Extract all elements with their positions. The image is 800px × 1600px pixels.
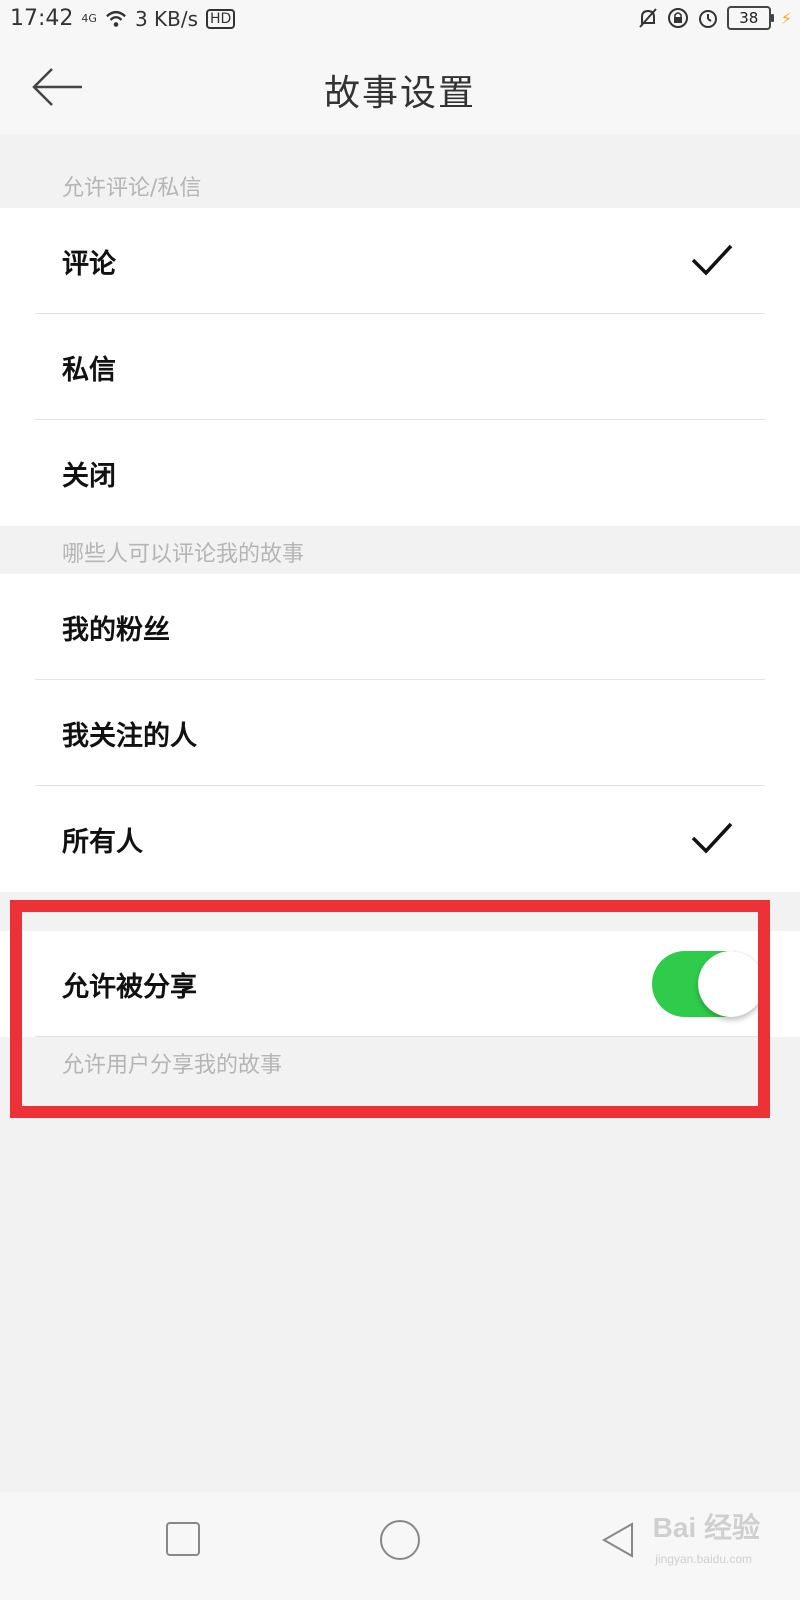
checkmark-icon: [691, 244, 733, 276]
section-header-comments: 允许评论/私信: [0, 134, 800, 208]
audience-options-list: 我的粉丝 我关注的人 所有人: [0, 574, 800, 892]
watermark-logo: Bai 经验: [652, 1512, 760, 1543]
share-setting-row: 允许被分享: [0, 931, 800, 1037]
recent-apps-icon[interactable]: [166, 1522, 200, 1556]
status-time: 17:42: [10, 6, 74, 31]
section-header-comments-label: 允许评论/私信: [62, 176, 202, 201]
battery-level: 38: [739, 9, 759, 27]
lock-rotation-icon: [667, 7, 689, 29]
share-hint: 允许用户分享我的故事: [0, 1037, 800, 1097]
home-icon[interactable]: [380, 1520, 420, 1560]
option-label: 评论: [62, 248, 116, 280]
wifi-icon: [105, 8, 127, 30]
checkmark-icon: [691, 822, 733, 854]
option-label: 我关注的人: [62, 720, 197, 752]
status-bar: 17:42 4G 3 KB/s HD 38 ⚡: [0, 0, 800, 40]
option-label: 关闭: [62, 460, 116, 492]
option-label: 我的粉丝: [62, 614, 170, 646]
comments-options-list: 评论 私信 关闭: [0, 208, 800, 526]
share-toggle[interactable]: [652, 951, 764, 1017]
option-row-my-fans[interactable]: 我的粉丝: [0, 574, 800, 680]
watermark-url: jingyan.baidu.com: [655, 1552, 752, 1566]
toggle-knob: [698, 951, 764, 1017]
charging-icon: ⚡: [780, 8, 792, 28]
option-row-private-message[interactable]: 私信: [0, 314, 800, 420]
status-right: 38 ⚡: [637, 6, 792, 30]
nav-bar: 故事设置: [0, 40, 800, 134]
signal-label: 4G: [81, 12, 97, 25]
option-label: 私信: [62, 354, 116, 386]
status-left: 17:42 4G 3 KB/s HD: [10, 6, 236, 31]
bell-off-icon: [637, 7, 659, 29]
back-icon[interactable]: [600, 1520, 636, 1560]
network-speed: 3 KB/s: [134, 6, 199, 31]
page-title: 故事设置: [323, 73, 476, 114]
option-row-following[interactable]: 我关注的人: [0, 680, 800, 786]
system-nav-bar: Bai 经验 jingyan.baidu.com: [0, 1492, 800, 1600]
share-setting-block: 允许被分享: [0, 931, 800, 1037]
section-header-audience: 哪些人可以评论我的故事: [0, 526, 800, 574]
option-label: 所有人: [62, 826, 143, 858]
share-hint-text: 允许用户分享我的故事: [62, 1053, 283, 1078]
hd-badge: HD: [206, 8, 236, 29]
option-row-everyone[interactable]: 所有人: [0, 786, 800, 892]
battery-icon: 38: [726, 6, 774, 30]
share-setting-label: 允许被分享: [62, 971, 197, 1003]
option-row-comment[interactable]: 评论: [0, 208, 800, 314]
alarm-icon: [697, 7, 719, 29]
option-row-off[interactable]: 关闭: [0, 420, 800, 526]
section-header-audience-label: 哪些人可以评论我的故事: [62, 542, 305, 567]
